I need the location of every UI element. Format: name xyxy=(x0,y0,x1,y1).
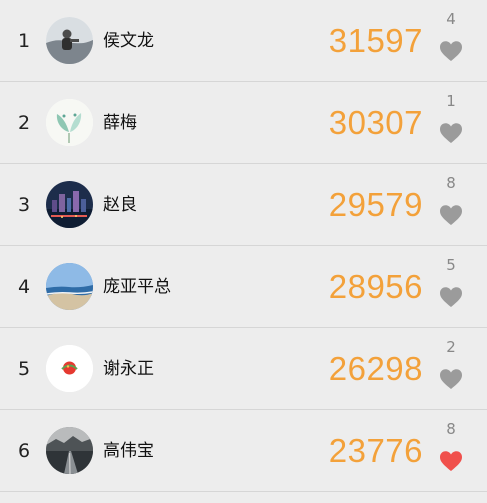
player-name: 赵良 xyxy=(103,195,137,215)
heart-icon[interactable] xyxy=(439,204,463,226)
avatar-image xyxy=(46,263,93,310)
score-value: 31597 xyxy=(328,22,423,59)
rank-number: 5 xyxy=(17,358,31,380)
leaderboard-list: 1 侯文龙 31597 4 2 薛梅 30307 1 3 赵良 29579 8 … xyxy=(0,0,487,503)
rank-number: 4 xyxy=(17,276,31,298)
avatar-image xyxy=(46,345,93,392)
avatar-image xyxy=(46,427,93,474)
score-value: 28956 xyxy=(328,268,423,305)
leaderboard-row[interactable]: 4 庞亚平总 28956 5 xyxy=(0,246,487,328)
leaderboard-row[interactable]: 3 赵良 29579 8 xyxy=(0,164,487,246)
like-count: 2 xyxy=(446,338,456,356)
score-value: 23776 xyxy=(328,432,423,469)
rank-number: 6 xyxy=(17,440,31,462)
leaderboard-row[interactable]: 2 薛梅 30307 1 xyxy=(0,82,487,164)
avatar-image xyxy=(46,99,93,146)
avatar[interactable] xyxy=(46,17,93,64)
leaderboard-row[interactable]: 1 侯文龙 31597 4 xyxy=(0,0,487,82)
like-count: 8 xyxy=(446,174,456,192)
score-value: 29579 xyxy=(328,186,423,223)
avatar[interactable] xyxy=(46,427,93,474)
avatar-image xyxy=(46,17,93,64)
avatar[interactable] xyxy=(46,181,93,228)
heart-icon[interactable] xyxy=(439,40,463,62)
score-value: 30307 xyxy=(328,104,423,141)
rank-number: 1 xyxy=(17,30,31,52)
like-count: 8 xyxy=(446,420,456,438)
score-value: 26298 xyxy=(328,350,423,387)
heart-icon[interactable] xyxy=(439,450,463,472)
rank-number: 2 xyxy=(17,112,31,134)
like-count: 5 xyxy=(446,256,456,274)
avatar[interactable] xyxy=(46,99,93,146)
heart-icon[interactable] xyxy=(439,368,463,390)
player-name: 谢永正 xyxy=(103,359,154,379)
heart-icon[interactable] xyxy=(439,122,463,144)
player-name: 薛梅 xyxy=(103,113,137,133)
like-count: 1 xyxy=(446,92,456,110)
player-name: 侯文龙 xyxy=(103,31,154,51)
rank-number: 3 xyxy=(17,194,31,216)
avatar-image xyxy=(46,181,93,228)
like-count: 4 xyxy=(446,10,456,28)
avatar[interactable] xyxy=(46,263,93,310)
player-name: 高伟宝 xyxy=(103,441,154,461)
leaderboard-row[interactable]: 6 高伟宝 23776 8 xyxy=(0,410,487,492)
leaderboard-row[interactable]: 5 谢永正 26298 2 xyxy=(0,328,487,410)
avatar[interactable] xyxy=(46,345,93,392)
player-name: 庞亚平总 xyxy=(103,277,171,297)
heart-icon[interactable] xyxy=(439,286,463,308)
